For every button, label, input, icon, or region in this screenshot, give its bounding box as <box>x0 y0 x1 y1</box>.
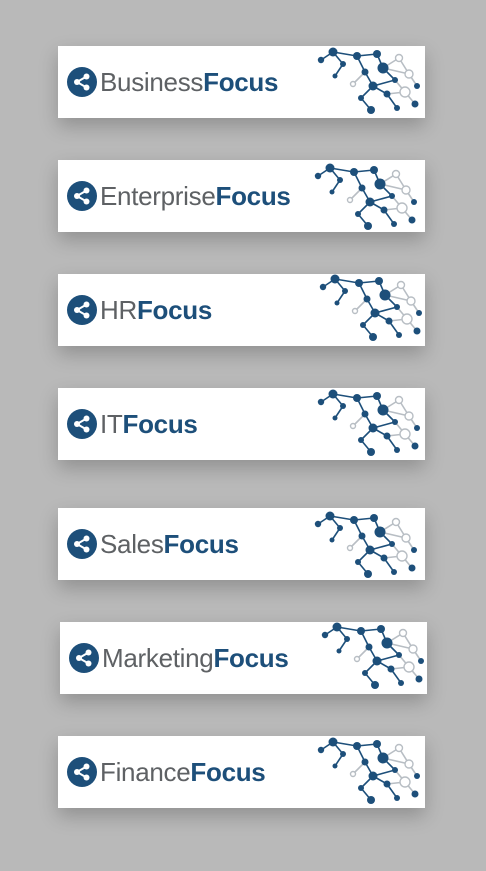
banner-wordmark: Business Focus <box>100 46 278 118</box>
banner-wordmark: Sales Focus <box>100 508 239 580</box>
network-graphic <box>313 736 425 808</box>
wordmark-focus: Focus <box>136 294 213 325</box>
share-icon <box>67 295 97 325</box>
wordmark-prefix: IT <box>100 408 123 439</box>
network-graphic <box>315 622 427 694</box>
wordmark-prefix: HR <box>100 294 137 325</box>
focus-banner: Business Focus <box>58 46 425 118</box>
wordmark-focus: Focus <box>190 756 266 787</box>
wordmark-focus: Focus <box>203 66 279 97</box>
wordmark-prefix: Enterprise <box>100 180 216 211</box>
focus-banner: Marketing Focus <box>60 622 427 694</box>
network-graphic <box>313 274 425 346</box>
focus-banner: IT Focus <box>58 388 425 460</box>
share-icon <box>67 67 97 97</box>
network-graphic <box>313 46 425 118</box>
wordmark-prefix: Business <box>100 66 204 97</box>
wordmark-prefix: Finance <box>100 756 191 787</box>
focus-banner: Sales Focus <box>58 508 425 580</box>
network-graphic <box>313 160 425 232</box>
wordmark-focus: Focus <box>163 528 239 559</box>
banner-wordmark: IT Focus <box>100 388 198 460</box>
focus-banner: Enterprise Focus <box>58 160 425 232</box>
wordmark-focus: Focus <box>122 408 198 439</box>
share-icon <box>69 643 99 673</box>
share-icon <box>67 409 97 439</box>
network-graphic <box>313 388 425 460</box>
wordmark-focus: Focus <box>213 642 289 673</box>
wordmark-prefix: Sales <box>100 528 164 559</box>
banner-wordmark: Enterprise Focus <box>100 160 291 232</box>
share-icon <box>67 529 97 559</box>
wordmark-prefix: Marketing <box>102 642 214 673</box>
share-icon <box>67 181 97 211</box>
banner-wordmark: Marketing Focus <box>102 622 289 694</box>
network-graphic <box>313 508 425 580</box>
focus-banner: Finance Focus <box>58 736 425 808</box>
wordmark-focus: Focus <box>215 180 291 211</box>
focus-banner: HR Focus <box>58 274 425 346</box>
banner-wordmark: Finance Focus <box>100 736 266 808</box>
share-icon <box>67 757 97 787</box>
banner-wordmark: HR Focus <box>100 274 212 346</box>
